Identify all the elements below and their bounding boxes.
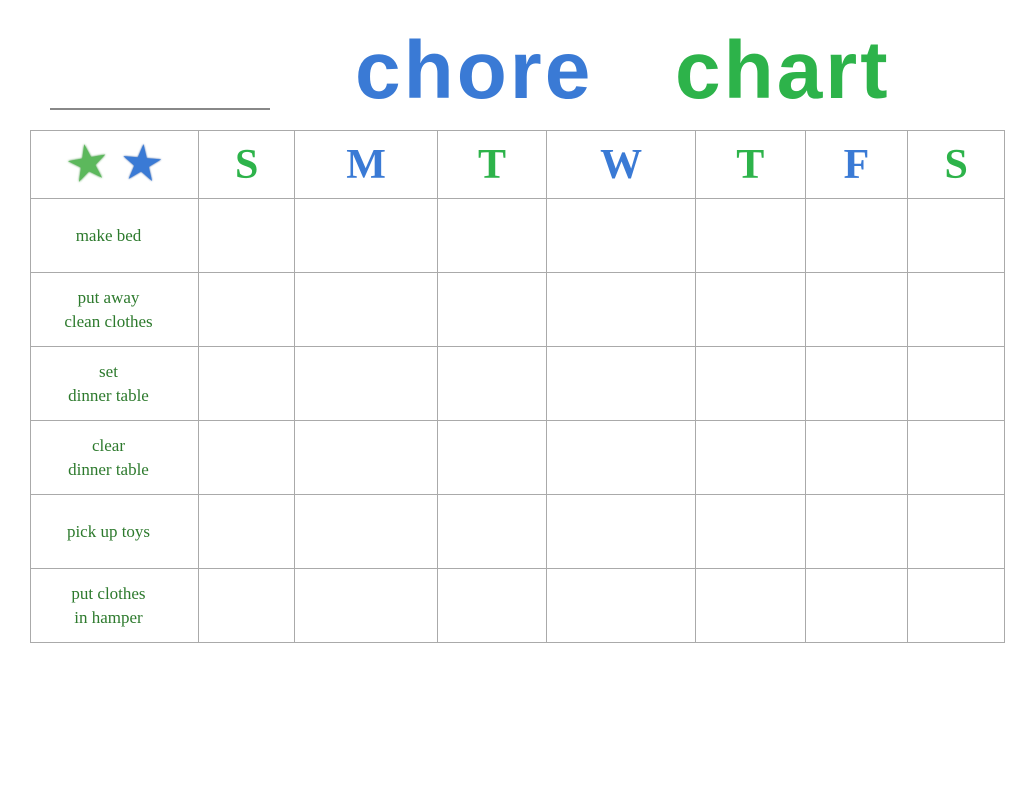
chore-cell (437, 273, 547, 347)
chore-label-put-clothes-hamper: put clothesin hamper (31, 569, 199, 643)
table-row: cleardinner table (31, 421, 1005, 495)
chore-cell (908, 421, 1005, 495)
day-header-wednesday: W (547, 131, 696, 199)
day-header-monday: M (295, 131, 437, 199)
stars-cell: ★ ★ (31, 131, 199, 199)
chore-cell (547, 495, 696, 569)
chore-cell (199, 421, 295, 495)
chore-label-make-bed: make bed (31, 199, 199, 273)
chore-cell (547, 347, 696, 421)
blue-star: ★ (120, 140, 163, 187)
chore-cell (437, 495, 547, 569)
day-header-friday: F (805, 131, 908, 199)
chore-cell (696, 347, 806, 421)
chore-cell (908, 199, 1005, 273)
day-header-saturday: S (908, 131, 1005, 199)
chore-cell (805, 495, 908, 569)
day-header-sunday: S (199, 131, 295, 199)
chore-cell (696, 199, 806, 273)
chore-cell (437, 347, 547, 421)
title-svg: chore (355, 20, 995, 110)
table-header-row: ★ ★ S M T W T F S (31, 131, 1005, 199)
chore-cell (295, 495, 437, 569)
chore-cell (547, 273, 696, 347)
chore-cell (696, 569, 806, 643)
chore-cell (199, 569, 295, 643)
chore-cell (805, 569, 908, 643)
chore-cell (547, 199, 696, 273)
chore-cell (908, 569, 1005, 643)
chore-cell (908, 495, 1005, 569)
chore-cell (437, 199, 547, 273)
chore-cell (437, 569, 547, 643)
chore-cell (908, 273, 1005, 347)
title-chart-text: chart (675, 25, 891, 110)
day-header-thursday: T (696, 131, 806, 199)
chore-cell (805, 347, 908, 421)
chore-cell (295, 273, 437, 347)
title-container: chore (30, 20, 1005, 115)
green-star: ★ (64, 138, 110, 188)
chore-label-set-dinner-table: setdinner table (31, 347, 199, 421)
chore-cell (908, 347, 1005, 421)
chore-cell (199, 495, 295, 569)
chore-cell (696, 421, 806, 495)
chore-cell (199, 347, 295, 421)
chore-cell (805, 421, 908, 495)
chore-cell (696, 495, 806, 569)
table-row: put awayclean clothes (31, 273, 1005, 347)
name-line (50, 108, 270, 110)
table-row: make bed (31, 199, 1005, 273)
chore-cell (295, 199, 437, 273)
chore-cell (805, 273, 908, 347)
page: chore (0, 0, 1035, 800)
chore-table: ★ ★ S M T W T F S make bed (30, 130, 1005, 643)
chore-label-put-away-clothes: put awayclean clothes (31, 273, 199, 347)
table-row: pick up toys (31, 495, 1005, 569)
chore-cell (199, 199, 295, 273)
chore-cell (295, 569, 437, 643)
chore-cell (199, 273, 295, 347)
title-chore-text: chore (355, 25, 593, 110)
chore-cell (547, 569, 696, 643)
chore-label-clear-dinner-table: cleardinner table (31, 421, 199, 495)
header: chore (30, 20, 1005, 120)
chore-cell (696, 273, 806, 347)
chore-label-pick-up-toys: pick up toys (31, 495, 199, 569)
table-row: setdinner table (31, 347, 1005, 421)
chore-cell (805, 199, 908, 273)
chore-cell (295, 421, 437, 495)
chore-cell (547, 421, 696, 495)
day-header-tuesday: T (437, 131, 547, 199)
chore-cell (295, 347, 437, 421)
table-row: put clothesin hamper (31, 569, 1005, 643)
chore-cell (437, 421, 547, 495)
